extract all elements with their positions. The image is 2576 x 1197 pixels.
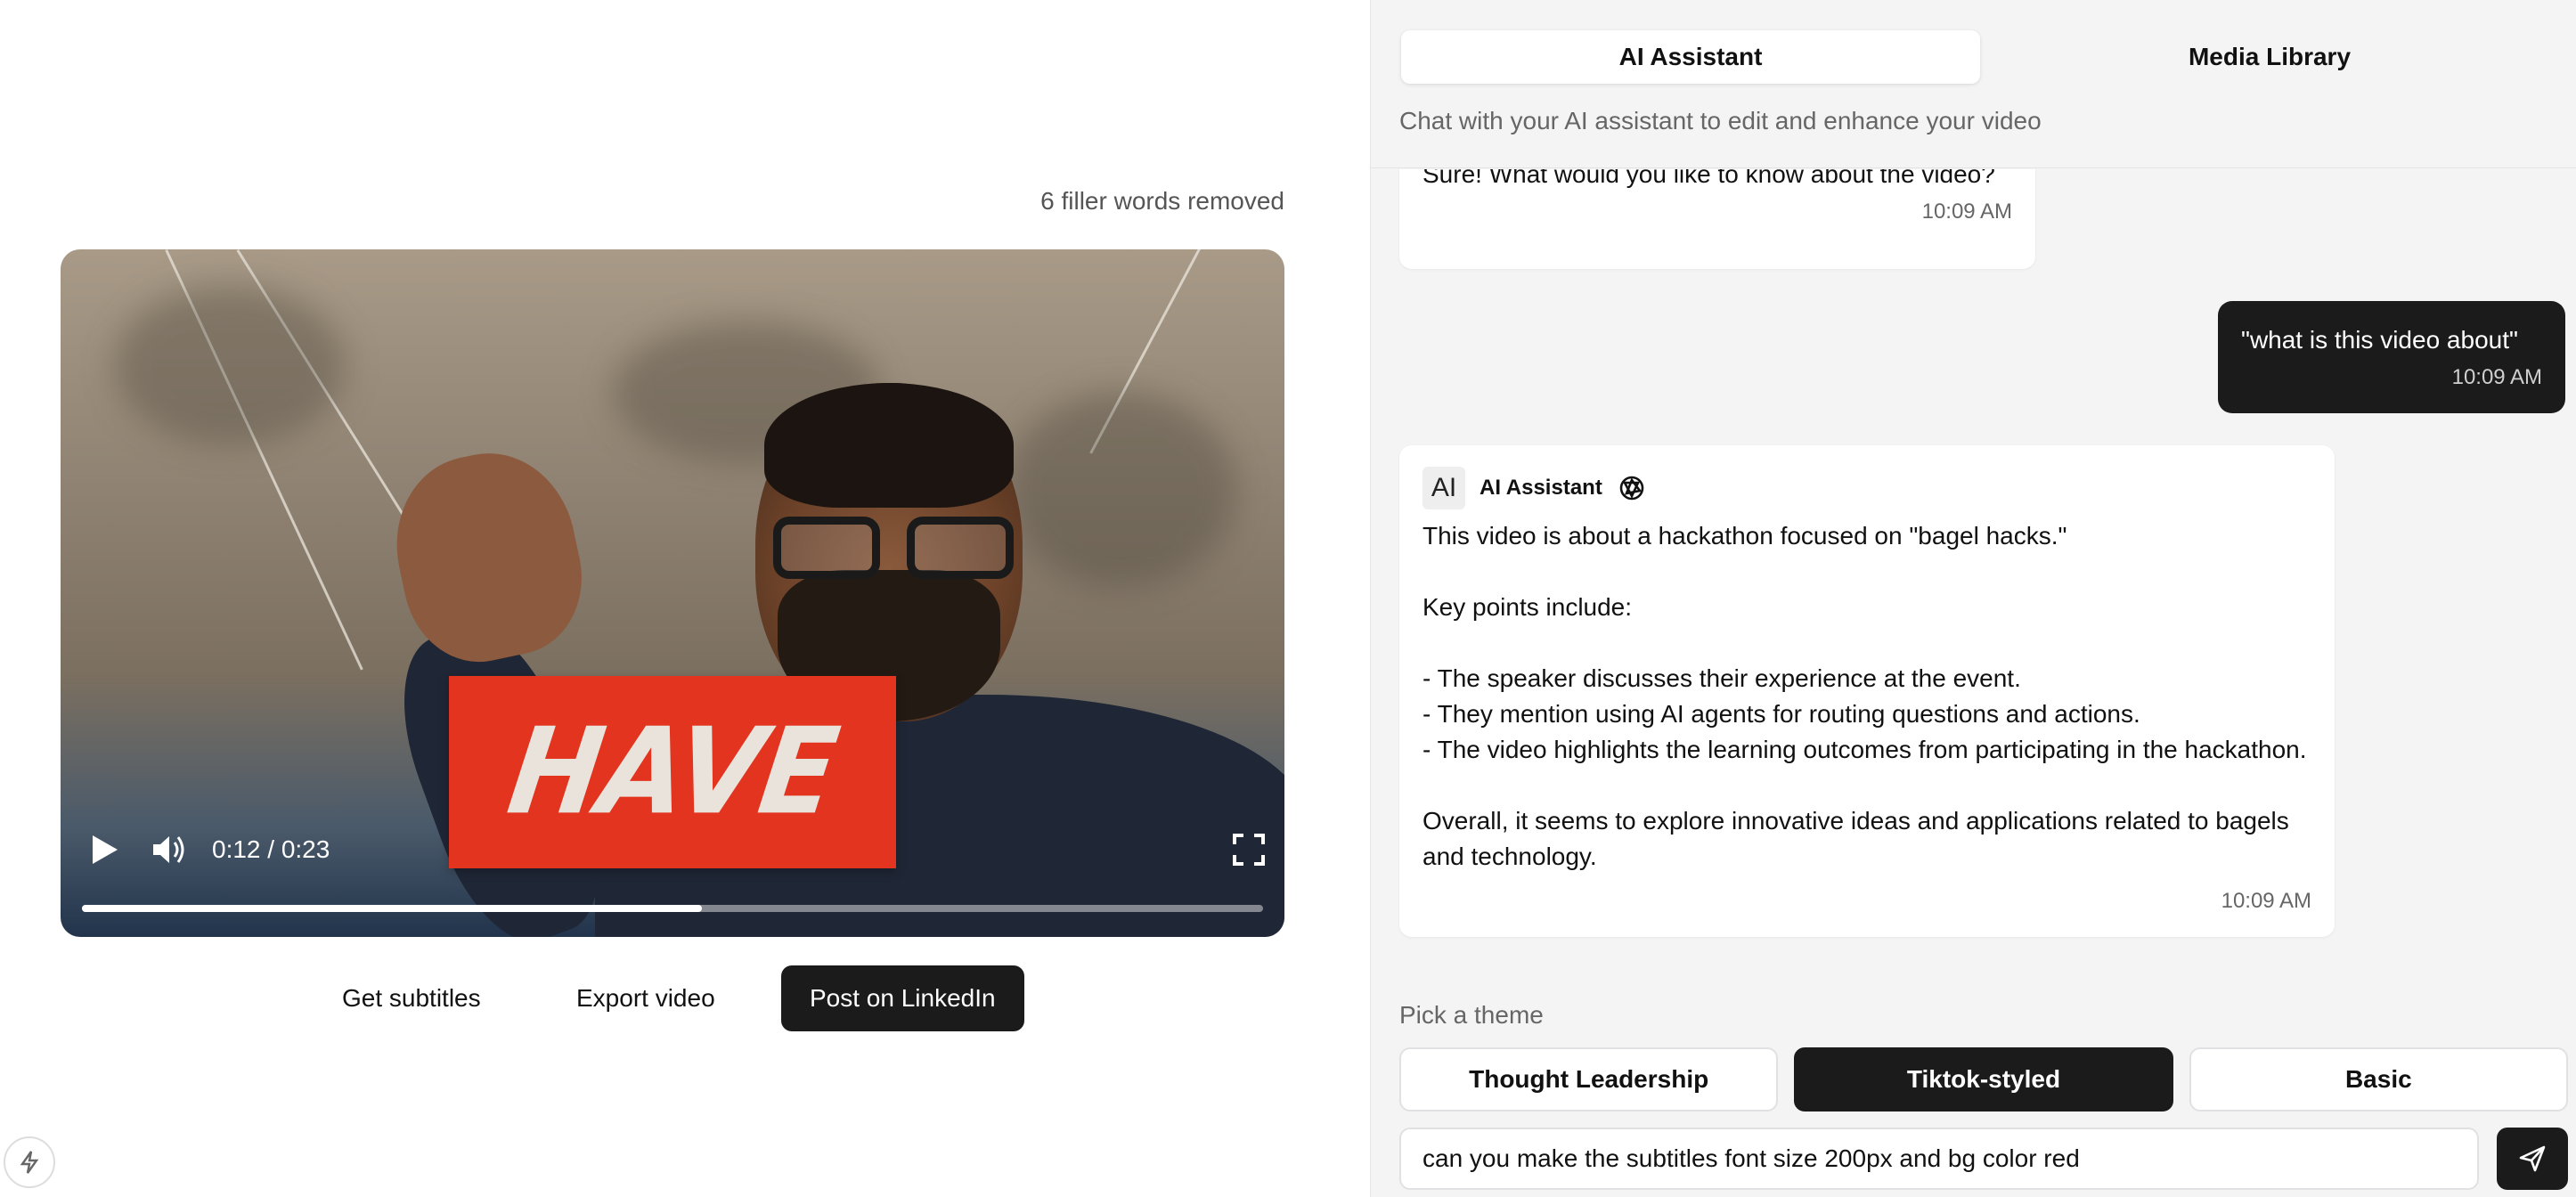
speaker-hair xyxy=(764,383,1014,508)
message-text: This video is about a hackathon focused … xyxy=(1423,522,2307,870)
speaker-hand xyxy=(379,437,597,676)
chat-thread[interactable]: Sure! What would you like to know about … xyxy=(1371,169,2576,971)
message-text: "what is this video about" xyxy=(2241,326,2518,354)
theme-picker: Thought Leadership Tiktok-styled Basic xyxy=(1399,1047,2568,1112)
theme-thought-leadership-button[interactable]: Thought Leadership xyxy=(1399,1047,1779,1112)
chat-input[interactable] xyxy=(1399,1128,2479,1190)
send-icon[interactable] xyxy=(2497,1128,2568,1190)
theme-label: Pick a theme xyxy=(1399,1001,1544,1029)
panel-divider xyxy=(1371,167,2576,168)
video-editor-pane: 6 filler words removed HAVE 0:12 / 0:23 … xyxy=(0,0,1370,1197)
chat-input-row xyxy=(1399,1128,2568,1190)
speaker-glasses xyxy=(773,517,1023,579)
assistant-panel: AI Assistant Media Library Chat with you… xyxy=(1370,0,2576,1197)
message-time: 10:09 AM xyxy=(1921,200,2012,224)
assistant-name: AI Assistant xyxy=(1480,476,1602,500)
chat-message-assistant: AI AI Assistant This video is about a ha… xyxy=(1399,445,2335,937)
panel-tabs: AI Assistant Media Library xyxy=(1401,30,2559,84)
video-actions: Get subtitles Export video Post on Linke… xyxy=(0,965,1370,1031)
playback-time: 0:12 / 0:23 xyxy=(212,835,330,863)
get-subtitles-button[interactable]: Get subtitles xyxy=(315,965,508,1031)
player-controls: 0:12 / 0:23 xyxy=(61,803,1284,937)
message-text: Sure! What would you like to know about … xyxy=(1423,169,1995,188)
progress-bar[interactable] xyxy=(82,905,1263,912)
play-icon[interactable] xyxy=(86,832,121,867)
message-time: 10:09 AM xyxy=(2451,365,2542,389)
tab-ai-assistant[interactable]: AI Assistant xyxy=(1401,30,1980,84)
tab-media-library[interactable]: Media Library xyxy=(1980,30,2559,84)
ceiling-stain xyxy=(1005,392,1236,588)
assistant-header: AI AI Assistant xyxy=(1423,465,2311,511)
filler-words-status: 6 filler words removed xyxy=(1040,187,1284,215)
theme-tiktok-button[interactable]: Tiktok-styled xyxy=(1794,1047,2173,1112)
fullscreen-icon[interactable] xyxy=(1231,832,1267,867)
video-player[interactable]: HAVE 0:12 / 0:23 xyxy=(61,249,1284,937)
chat-message-user: "what is this video about" 10:09 AM xyxy=(2218,301,2565,413)
export-video-button[interactable]: Export video xyxy=(550,965,742,1031)
chat-message-assistant: Sure! What would you like to know about … xyxy=(1399,169,2035,269)
assistant-avatar: AI xyxy=(1423,467,1465,509)
panel-subtitle: Chat with your AI assistant to edit and … xyxy=(1399,107,2042,134)
volume-icon[interactable] xyxy=(150,832,189,867)
theme-basic-button[interactable]: Basic xyxy=(2189,1047,2568,1112)
bolt-icon[interactable] xyxy=(4,1136,55,1188)
progress-fill xyxy=(82,905,703,912)
post-linkedin-button[interactable]: Post on LinkedIn xyxy=(781,965,1024,1031)
glasses-lens-left xyxy=(773,517,880,579)
glasses-lens-right xyxy=(907,517,1014,579)
openai-icon xyxy=(1617,473,1647,503)
message-time: 10:09 AM xyxy=(2221,889,2311,913)
ceiling-stain xyxy=(114,285,346,445)
